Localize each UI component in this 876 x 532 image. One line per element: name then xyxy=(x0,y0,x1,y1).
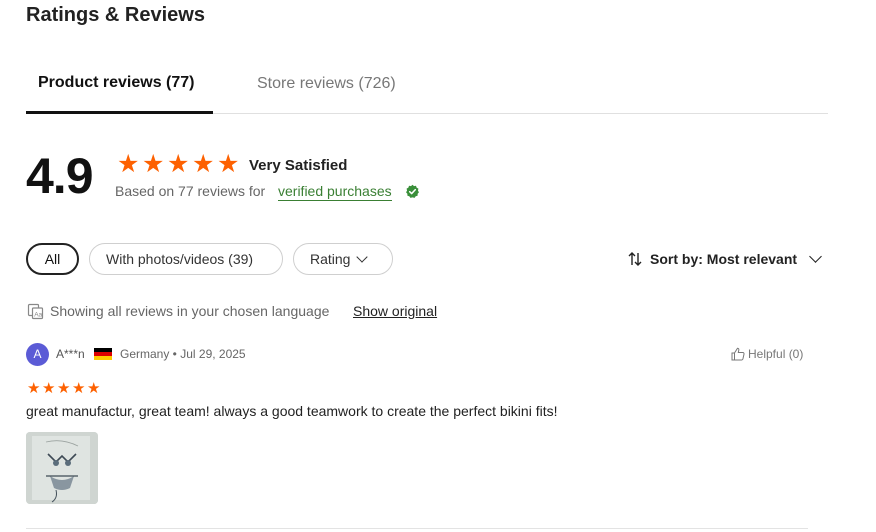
star-icon: ★ xyxy=(87,380,101,397)
chevron-down-icon xyxy=(809,249,822,263)
rating-label: Very Satisfied xyxy=(249,157,348,174)
tab-product-reviews-label: Product reviews (77) xyxy=(38,74,195,91)
sort-label: Sort by: Most relevant xyxy=(650,251,798,267)
review-rating-stars: ★ ★ ★ ★ ★ xyxy=(27,380,101,397)
show-original-link[interactable]: Show original xyxy=(353,303,437,319)
filter-photos-button[interactable]: With photos/videos (39) xyxy=(89,243,283,275)
germany-flag-icon xyxy=(94,348,112,360)
section-title: Ratings & Reviews xyxy=(26,4,205,26)
filter-all-button[interactable]: All xyxy=(26,243,79,275)
star-icon: ★ xyxy=(117,150,140,178)
average-score: 4.9 xyxy=(26,148,94,204)
review-tabs: Product reviews (77) Store reviews (726) xyxy=(26,60,828,114)
star-icon: ★ xyxy=(42,380,56,397)
based-on-text: Based on 77 reviews for xyxy=(115,183,266,199)
filter-rating-dropdown[interactable]: Rating xyxy=(293,243,393,275)
thumbs-up-icon xyxy=(731,347,745,361)
review-text: great manufactur, great team! always a g… xyxy=(26,403,558,419)
language-note: Showing all reviews in your chosen langu… xyxy=(50,303,330,319)
star-icon: ★ xyxy=(27,380,41,397)
average-rating-stars: ★ ★ ★ ★ ★ xyxy=(117,150,240,178)
filter-rating-label: Rating xyxy=(310,251,351,267)
star-icon: ★ xyxy=(142,150,165,178)
star-icon: ★ xyxy=(57,380,71,397)
review-photo-thumbnail[interactable] xyxy=(26,432,98,504)
chevron-down-icon xyxy=(356,251,369,263)
svg-text:Aa: Aa xyxy=(34,311,42,318)
sort-dropdown[interactable]: Sort by: Most relevant xyxy=(626,249,822,268)
verified-purchases-link[interactable]: verified purchases xyxy=(278,183,392,201)
star-icon: ★ xyxy=(167,150,190,178)
tab-store-reviews[interactable]: Store reviews (726) xyxy=(245,60,425,114)
star-icon: ★ xyxy=(72,380,86,397)
translate-icon: Aa xyxy=(27,303,44,320)
reviewer-name: A***n xyxy=(56,347,85,361)
tab-product-reviews[interactable]: Product reviews (77) xyxy=(26,60,213,114)
avatar: A xyxy=(26,343,49,366)
helpful-button[interactable]: Helpful (0) xyxy=(731,347,803,361)
review-divider xyxy=(26,528,808,529)
bikini-photo-image xyxy=(26,432,98,504)
star-icon: ★ xyxy=(217,150,240,178)
star-icon: ★ xyxy=(192,150,215,178)
sort-arrows-icon xyxy=(628,252,642,266)
tab-store-reviews-label: Store reviews (726) xyxy=(257,75,396,92)
helpful-label: Helpful (0) xyxy=(748,347,804,361)
review-meta: Germany • Jul 29, 2025 xyxy=(120,347,246,361)
verified-shield-icon xyxy=(406,184,419,198)
